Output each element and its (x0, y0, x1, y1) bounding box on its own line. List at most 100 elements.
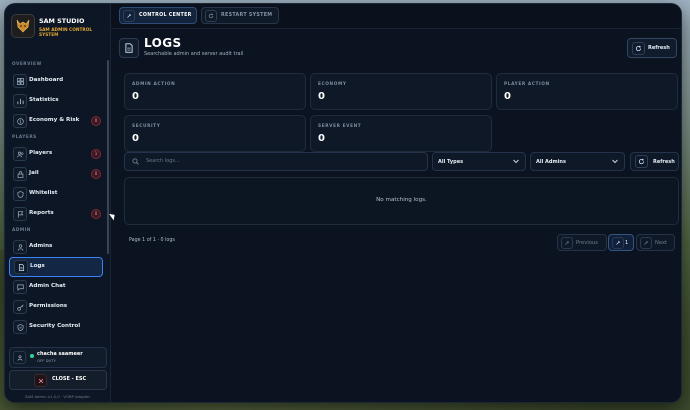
stat-value: 0 (132, 133, 139, 144)
control-icon (123, 10, 135, 22)
refresh-label: Refresh (648, 45, 670, 51)
sidebar-item-admins[interactable]: Admins (9, 238, 103, 256)
users-icon (13, 147, 27, 161)
sidebar-item-statistics[interactable]: Statistics (9, 92, 103, 110)
filter-refresh-button[interactable]: Refresh (630, 152, 679, 171)
chevron-down-icon (612, 159, 618, 164)
admin-filter-value: All Admins (536, 159, 566, 165)
sidebar-item-label: Whitelist (29, 190, 58, 196)
sidebar-item-reports[interactable]: Reports 0 (9, 205, 103, 223)
restart-icon (205, 10, 217, 22)
section-overview: OVERVIEW (12, 62, 42, 67)
sidebar-item-security-control[interactable]: Security Control (9, 318, 103, 336)
type-filter-value: All Types (438, 159, 464, 165)
person-icon (13, 351, 26, 364)
sidebar-item-jail[interactable]: Jail 0 (9, 165, 103, 183)
count-badge: 1 (91, 149, 101, 159)
restart-system-label: RESTART SYSTEM (221, 13, 273, 18)
previous-page-button[interactable]: Previous (557, 234, 607, 251)
empty-state-message: No matching logs. (376, 197, 427, 203)
person-star-icon (13, 240, 27, 254)
sidebar-item-label: Logs (30, 263, 45, 269)
flag-icon (13, 207, 27, 221)
brand-title: SAM STUDIO (39, 17, 85, 25)
sidebar-item-label: Players (29, 150, 53, 156)
stat-label: SERVER EVENT (318, 124, 362, 129)
header-refresh-button[interactable]: Refresh (627, 38, 677, 58)
page-title: LOGS (144, 36, 182, 50)
sidebar-item-permissions[interactable]: Permissions (9, 298, 103, 316)
control-center-button[interactable]: CONTROL CENTER (119, 7, 197, 24)
brand: SAM STUDIO SAM ADMIN CONTROL SYSTEM (11, 14, 107, 52)
close-button[interactable]: CLOSE - ESC (9, 370, 107, 390)
control-center-label: CONTROL CENTER (139, 13, 192, 18)
pagination-info: Page 1 of 1 · 0 logs (129, 238, 175, 243)
sidebar-item-label: Reports (29, 210, 54, 216)
section-admin: ADMIN (12, 228, 31, 233)
version-text: SAM Admin v1.0.0 · VORP Adapter (24, 394, 91, 399)
sidebar-item-admin-chat[interactable]: Admin Chat (9, 278, 103, 296)
stat-label: ECONOMY (318, 82, 347, 87)
bar-chart-icon (13, 94, 27, 108)
sidebar-item-label: Admin Chat (29, 283, 66, 289)
lock-icon (13, 167, 27, 181)
current-page-number: 1 (625, 240, 629, 246)
admin-filter-select[interactable]: All Admins (530, 152, 625, 171)
sidebar-scrollbar[interactable] (107, 60, 109, 254)
search-box[interactable] (124, 152, 428, 171)
next-label: Next (655, 240, 668, 246)
stat-value: 0 (504, 91, 511, 102)
stat-label: SECURITY (132, 124, 161, 129)
sidebar-item-label: Dashboard (29, 77, 64, 83)
security-icon (13, 320, 27, 334)
stat-label: PLAYER ACTION (504, 82, 550, 87)
previous-label: Previous (576, 240, 598, 246)
search-icon (131, 157, 139, 165)
refresh-icon (632, 42, 645, 55)
admin-panel-window: SAM STUDIO SAM ADMIN CONTROL SYSTEM OVER… (5, 4, 681, 402)
user-card[interactable]: chacha saameer OFF DUTY (9, 347, 107, 368)
count-badge: 0 (91, 209, 101, 219)
restart-system-button[interactable]: RESTART SYSTEM (201, 7, 279, 24)
section-players: PLAYERS (12, 135, 37, 140)
sidebar-item-label: Economy & Risk (29, 117, 80, 123)
sidebar-item-label: Admins (29, 243, 53, 249)
chevron-down-icon (513, 159, 519, 164)
page-icon (612, 237, 624, 249)
type-filter-select[interactable]: All Types (432, 152, 526, 171)
sidebar-item-dashboard[interactable]: Dashboard (9, 72, 103, 90)
stat-value: 0 (318, 91, 325, 102)
next-page-button[interactable]: Next (636, 234, 675, 251)
stat-card-player-action: PLAYER ACTION 0 (496, 73, 678, 110)
page-1-button[interactable]: 1 (608, 234, 634, 251)
document-icon (119, 38, 139, 58)
refresh-icon (635, 155, 648, 168)
stat-card-economy: ECONOMY 0 (310, 73, 492, 110)
stat-value: 0 (132, 91, 139, 102)
online-status-dot (30, 354, 34, 358)
refresh-label: Refresh (653, 159, 675, 165)
wolf-logo-icon (11, 14, 35, 38)
sidebar-item-economy-risk[interactable]: Economy & Risk 0 (9, 112, 103, 130)
stat-label: ADMIN ACTION (132, 82, 176, 87)
stat-card-server-event: SERVER EVENT 0 (310, 115, 492, 152)
sidebar-item-players[interactable]: Players 1 (9, 145, 103, 163)
search-input[interactable] (146, 155, 416, 167)
logs-table: No matching logs. (124, 177, 679, 225)
user-name: chacha saameer (37, 351, 83, 357)
sidebar-item-logs[interactable]: Logs (9, 257, 103, 277)
sidebar-item-whitelist[interactable]: Whitelist (9, 185, 103, 203)
sidebar: SAM STUDIO SAM ADMIN CONTROL SYSTEM OVER… (5, 4, 111, 402)
top-bar: CONTROL CENTER RESTART SYSTEM (111, 4, 681, 29)
page-subtitle: Searchable admin and server audit trail (144, 51, 244, 57)
dashboard-icon (13, 74, 27, 88)
sidebar-item-label: Jail (29, 170, 39, 176)
duty-status: OFF DUTY (37, 358, 56, 363)
sidebar-item-label: Permissions (29, 303, 68, 309)
chevron-left-icon (561, 237, 573, 249)
close-button-label: CLOSE - ESC (52, 376, 87, 382)
count-badge: 0 (91, 169, 101, 179)
close-icon (34, 374, 47, 387)
brand-subtitle: SAM ADMIN CONTROL SYSTEM (39, 28, 93, 39)
document-icon (14, 260, 28, 274)
